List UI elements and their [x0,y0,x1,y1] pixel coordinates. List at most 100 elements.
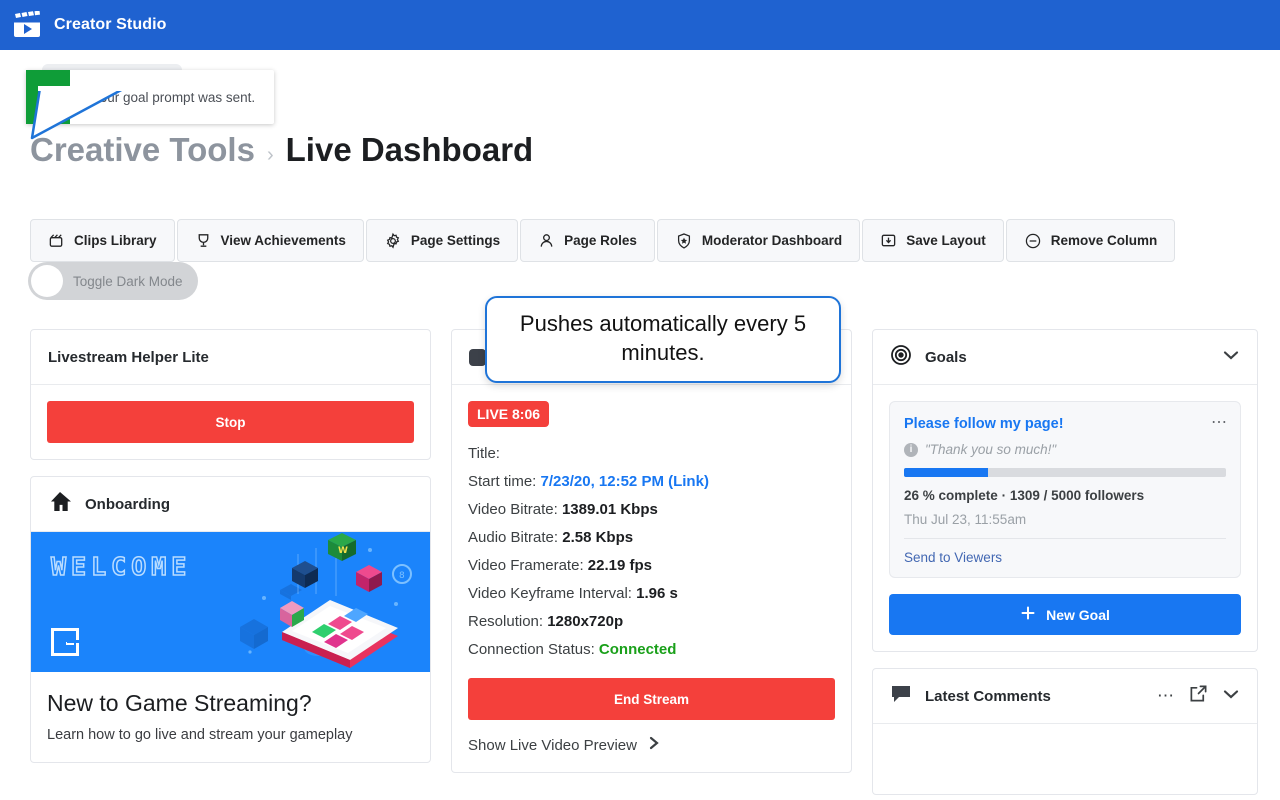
card-header: Latest Comments ⋯ [873,669,1257,724]
stat-label: Audio Bitrate: [468,529,559,546]
page-roles-button[interactable]: Page Roles [520,219,655,262]
shield-star-icon [675,232,693,250]
stat-row: Video Framerate: 22.19 fps [468,557,835,574]
send-to-viewers-link[interactable]: Send to Viewers [904,550,1226,565]
callout-text: Pushes automatically every 5 minutes. [519,311,807,365]
button-label: View Achievements [220,233,346,248]
onboarding-card: Onboarding WELCOME W 8 New to Game Strea… [30,476,431,764]
stat-label: Resolution: [468,613,544,630]
start-time-link[interactable]: 7/23/20, 12:52 PM (Link) [541,473,709,490]
goal-item: ⋯ Please follow my page! i "Thank you so… [889,401,1241,578]
button-label: Save Layout [906,233,986,248]
promo-logo [51,628,79,656]
page-settings-button[interactable]: Page Settings [365,219,519,262]
download-folder-icon [880,232,897,249]
toggle-knob[interactable] [31,265,63,297]
chevron-down-icon[interactable] [1222,348,1240,366]
stat-label: Title: [468,445,500,462]
end-stream-button[interactable]: End Stream [468,678,835,720]
chevron-right-icon: › [266,144,274,166]
stream-status-card: LIVE 8:06 Title: Start time: 7/23/20, 12… [451,329,852,773]
button-label: Page Settings [410,233,501,248]
comment-bubble-icon [890,684,912,709]
toggle-dark-mode[interactable]: Toggle Dark Mode [28,262,198,300]
stat-label: Video Keyframe Interval: [468,585,632,602]
chevron-down-icon[interactable] [1222,687,1240,705]
stop-button[interactable]: Stop [47,401,414,443]
card-header: Onboarding [31,477,430,532]
stat-label: Video Framerate: [468,557,584,574]
save-layout-button[interactable]: Save Layout [862,219,1004,262]
button-label: Moderator Dashboard [701,233,843,248]
clips-icon [48,232,65,249]
trophy-icon [195,232,212,249]
remove-column-button[interactable]: Remove Column [1005,219,1176,262]
isometric-phone-illustration: W 8 [240,533,412,668]
ellipsis-icon[interactable]: ⋯ [1157,686,1175,706]
goal-progress-meta: 26 % complete · 1309 / 5000 followers [904,488,1226,503]
app-header: Creator Studio [0,0,1280,50]
meta-separator: · [1001,488,1007,503]
show-live-video-preview[interactable]: Show Live Video Preview [468,734,835,756]
app-title: Creator Studio [54,16,167,33]
card-title: Latest Comments [925,687,1051,705]
card-title: Livestream Helper Lite [48,348,209,366]
stat-value: 2.58 Kbps [562,529,634,546]
stat-row: Start time: 7/23/20, 12:52 PM (Link) [468,473,835,490]
button-label: Page Roles [564,233,637,248]
home-icon [48,491,72,518]
chevron-right-icon [647,734,661,756]
gear-icon [384,232,402,250]
square-icon [469,348,486,366]
moderator-dashboard-button[interactable]: Moderator Dashboard [656,219,861,262]
onboarding-illustration: WELCOME W 8 [31,532,430,672]
goal-progress-fill [904,468,988,477]
target-icon [890,344,912,371]
live-badge: LIVE 8:06 [468,401,550,427]
stat-row: Video Bitrate: 1389.01 Kbps [468,501,835,518]
stat-label: Start time: [468,473,537,490]
external-link-icon[interactable] [1189,684,1208,708]
info-icon: i [904,442,918,457]
stat-value: 1.96 s [636,585,678,602]
latest-comments-card: Latest Comments ⋯ [872,668,1258,795]
left-column: Livestream Helper Lite Stop Onboarding W… [30,329,431,779]
livestream-helper-card: Livestream Helper Lite Stop [30,329,431,460]
stat-label: Video Bitrate: [468,501,558,518]
new-goal-button[interactable]: New Goal [889,594,1241,635]
stat-row: Title: [468,445,835,462]
card-header: Goals [873,330,1257,385]
center-column: LIVE 8:06 Title: Start time: 7/23/20, 12… [451,329,852,789]
plus-icon [1020,605,1036,624]
callout-tooltip: Pushes automatically every 5 minutes. [485,296,841,384]
page-root: Creator Studio ✓ Your goal prompt was se… [0,0,1280,800]
ellipsis-icon[interactable]: ⋯ [1211,412,1228,432]
callout-tail [30,86,128,140]
right-column: Goals ⋯ Please follow my page! i "Thank … [872,329,1258,800]
goal-counts-label: 1309 / 5000 followers [1009,488,1145,503]
toggle-label: Toggle Dark Mode [73,273,183,289]
svg-text:W: W [338,546,348,556]
onboarding-headline: New to Game Streaming? [47,690,312,716]
goal-title[interactable]: Please follow my page! [904,416,1226,432]
minus-circle-icon [1024,232,1042,250]
view-achievements-button[interactable]: View Achievements [176,219,364,262]
button-label: Clips Library [74,233,157,248]
preview-label: Show Live Video Preview [468,736,637,754]
connection-status-value: Connected [598,641,677,658]
stat-row: Audio Bitrate: 2.58 Kbps [468,529,835,546]
stat-row: Video Keyframe Interval: 1.96 s [468,585,835,602]
goal-progress-bar [904,468,1226,477]
goal-percent-label: 26 % complete [904,488,998,503]
person-icon [538,232,555,249]
card-title: Onboarding [85,495,170,513]
stat-row: Connection Status: Connected [468,641,835,658]
promo-welcome-text: WELCOME [50,551,192,582]
page-title: Live Dashboard [285,131,534,168]
clips-library-button[interactable]: Clips Library [30,219,175,262]
clapperboard-play-icon[interactable] [12,10,42,39]
button-label: Remove Column [1050,233,1158,248]
stat-row: Resolution: 1280x720p [468,613,835,630]
onboarding-subtext: Learn how to go live and stream your gam… [47,727,353,743]
goal-quote: i "Thank you so much!" [904,442,1226,457]
